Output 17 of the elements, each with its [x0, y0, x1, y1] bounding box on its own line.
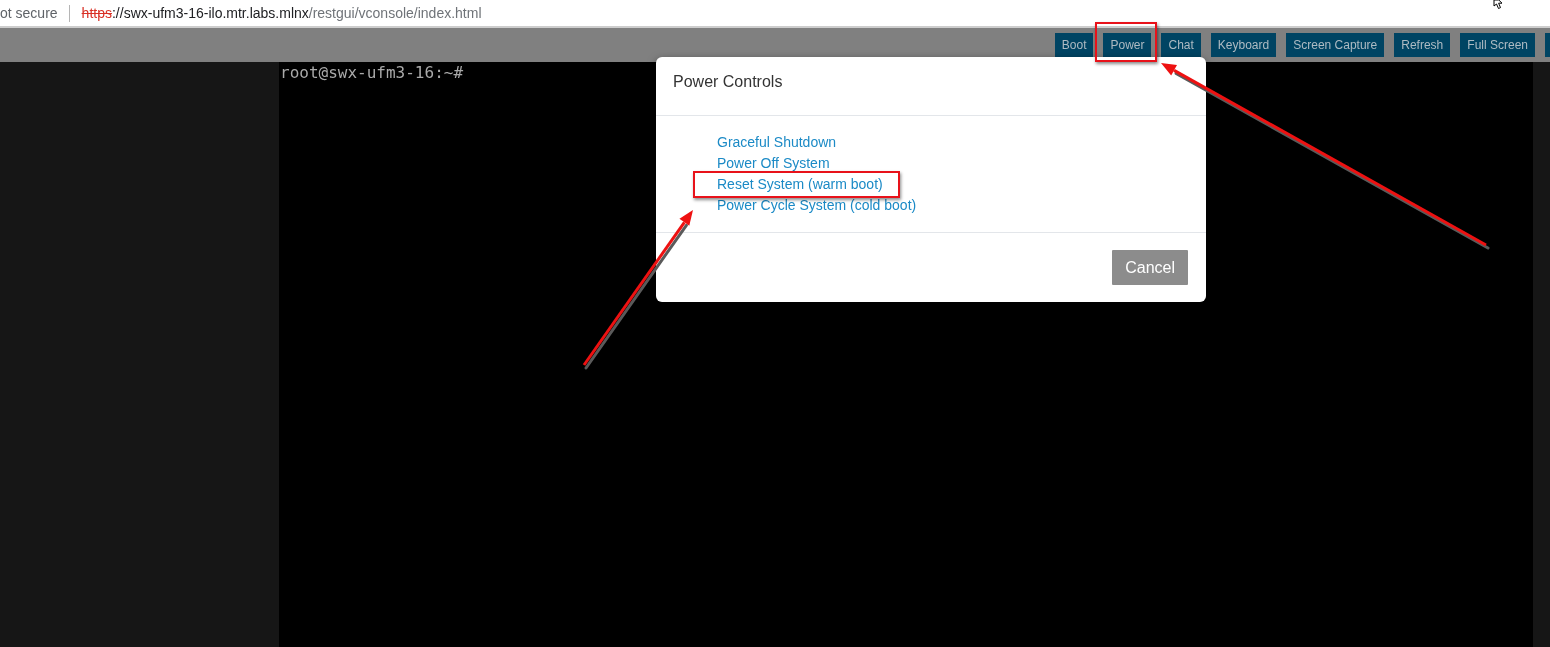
security-label: ot secure — [0, 5, 58, 21]
power-option-link[interactable]: Power Off System — [717, 156, 830, 171]
toolbar-button[interactable] — [1545, 33, 1550, 57]
toolbar-button[interactable]: Refresh — [1394, 33, 1451, 57]
toolbar-button[interactable]: Boot — [1054, 33, 1094, 57]
toolbar-button[interactable]: Screen Capture — [1286, 33, 1385, 57]
toolbar-button[interactable]: Power — [1103, 33, 1152, 57]
url-text[interactable]: https://swx-ufm3-16-ilo.mtr.labs.mlnx/restgui/vconsole/index.html — [81, 5, 482, 21]
power-option-link[interactable]: Reset System (warm boot) — [717, 177, 883, 192]
dialog-title: Power Controls — [673, 72, 783, 92]
console-text: root@swx-ufm3-16:~# — [280, 64, 464, 82]
toolbar-button[interactable]: Full Screen — [1460, 33, 1535, 57]
toolbar-button[interactable]: Keyboard — [1210, 33, 1277, 57]
power-option-link[interactable]: Graceful Shutdown — [717, 135, 837, 150]
power-option-link[interactable]: Power Cycle System (cold boot) — [717, 198, 917, 213]
toolbar-button[interactable]: Chat — [1161, 33, 1201, 57]
dialog-button[interactable]: Cancel — [1112, 250, 1188, 285]
